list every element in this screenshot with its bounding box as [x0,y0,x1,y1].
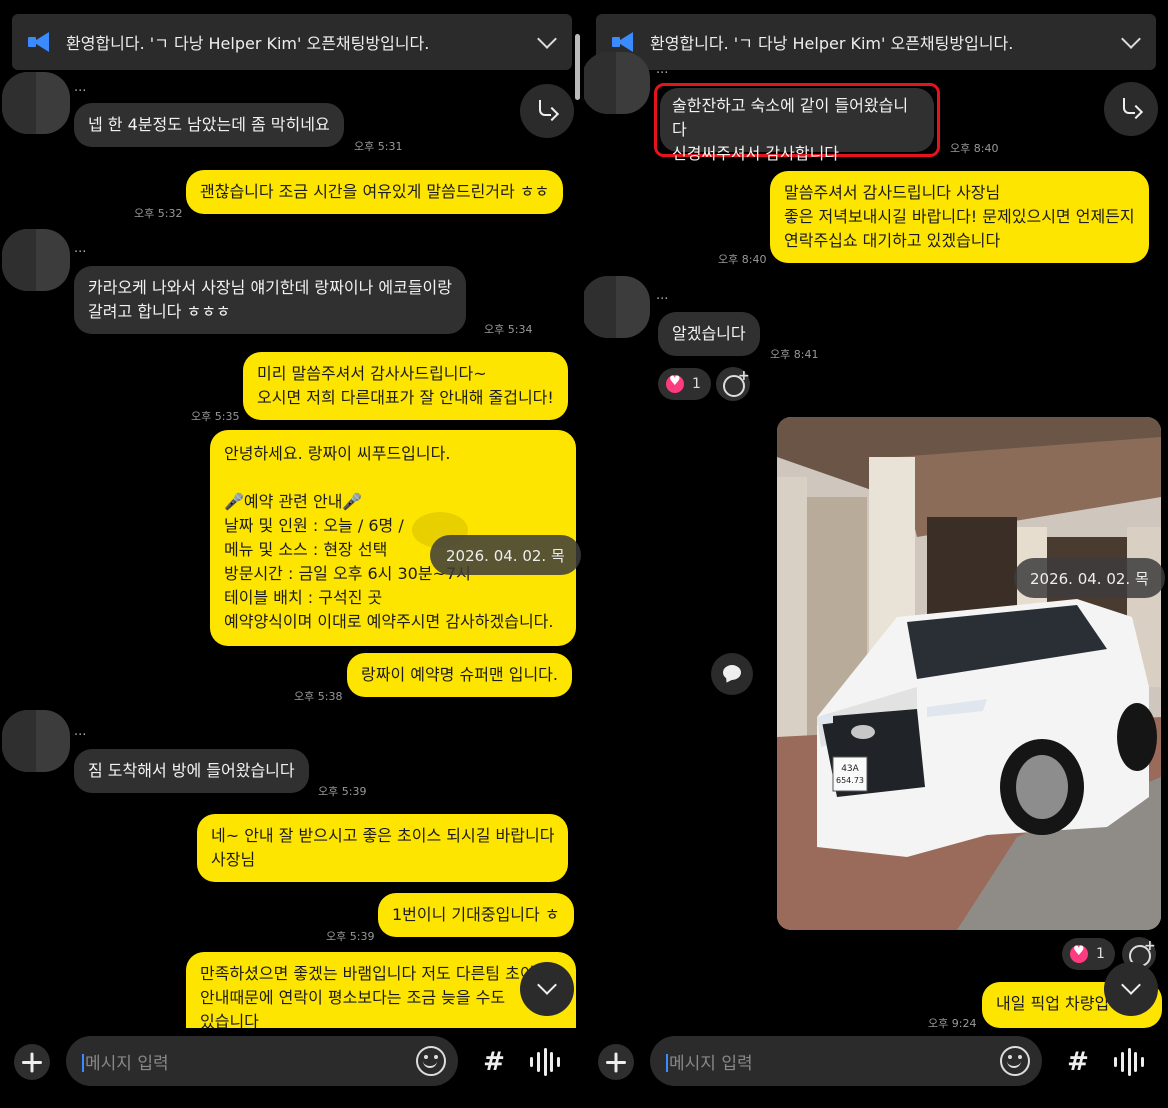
chat-panel-right: 환영합니다. 'ㄱ 다낭 Helper Kim' 오픈채팅방입니다. ... 술… [584,0,1168,1108]
incoming-message[interactable]: 카라오케 나와서 사장님 얘기한데 랑짜이나 에코들이랑 갈려고 합니다 ㅎㅎㅎ [74,266,466,334]
chevron-down-icon[interactable] [537,29,557,49]
incoming-message[interactable]: 술한잔하고 숙소에 같이 들어왔습니다 신경써주셔서 감사합니다 [660,88,934,163]
scroll-down-button[interactable] [520,962,574,1016]
heart-reaction[interactable]: 1 [1062,938,1115,970]
plate-line-2: 654.73 [836,776,864,785]
chat-panel-left: 환영합니다. 'ㄱ 다낭 Helper Kim' 오픈채팅방입니다. ... 넵… [0,0,584,1108]
emoji-icon[interactable] [1000,1046,1030,1076]
plate-line-1: 43A [841,764,859,774]
voice-wave-icon[interactable] [1114,1048,1144,1076]
message-time: 오후 5:34 [484,323,533,336]
sender-name: ... [656,62,669,77]
message-time: 오후 8:41 [770,348,819,361]
outgoing-message[interactable]: 1번이니 기대중입니다 ㅎ [378,893,574,937]
avatar[interactable] [2,229,70,291]
message-input[interactable]: 메시지 입력 [650,1036,1042,1086]
share-button[interactable] [520,84,574,138]
outgoing-message[interactable]: 네~ 안내 잘 받으시고 좋은 초이스 되시길 바랍니다 사장님 [197,814,569,882]
message-time: 오후 8:40 [950,142,999,155]
sender-name: ... [74,80,87,95]
message-time: 오후 5:39 [318,785,367,798]
scroll-down-button[interactable] [1104,962,1158,1016]
message-input-placeholder: 메시지 입력 [669,1054,753,1074]
megaphone-icon [26,31,52,53]
message-time: 오후 8:40 [718,253,767,266]
plus-icon[interactable] [14,1044,50,1080]
incoming-message[interactable]: 알겠습니다 [658,312,760,356]
message-time: 오후 5:39 [326,930,375,943]
add-reaction-icon[interactable] [716,367,750,401]
chevron-down-icon [1121,975,1141,995]
incoming-message[interactable]: 짐 도착해서 방에 들어왔습니다 [74,749,309,793]
outgoing-message[interactable]: 괜찮습니다 조금 시간을 여유있게 말씀드린거라 ㅎㅎ [186,170,564,214]
text-caret [666,1054,668,1072]
message-input-bar: 메시지 입력 # [584,1034,1168,1088]
notice-banner[interactable]: 환영합니다. 'ㄱ 다낭 Helper Kim' 오픈채팅방입니다. [12,14,572,70]
outgoing-message[interactable]: 만족하셨으면 좋겠는 바램입니다 저도 다른팀 초이스 안내때문에 연락이 평소… [186,952,576,1028]
avatar[interactable] [584,52,650,114]
message-time: 오후 5:35 [191,410,240,423]
message-input-placeholder: 메시지 입력 [85,1054,169,1074]
date-pill: 2026. 04. 02. 목 [1014,558,1165,598]
avatar[interactable] [584,276,650,338]
sender-name: ... [656,288,669,303]
outgoing-message[interactable]: 랑짜이 예약명 슈퍼맨 입니다. [347,653,572,697]
heart-icon [666,374,684,393]
sender-name: ... [74,241,87,256]
message-input[interactable]: 메시지 입력 [66,1036,458,1086]
avatar[interactable] [2,710,70,772]
date-pill: 2026. 04. 02. 목 [430,535,581,575]
share-button[interactable] [1104,82,1158,136]
notice-text: 환영합니다. 'ㄱ 다낭 Helper Kim' 오픈채팅방입니다. [650,34,1014,53]
comment-icon[interactable] [711,653,753,695]
avatar[interactable] [2,72,70,134]
heart-reaction[interactable]: 1 [658,368,711,400]
message-input-bar: 메시지 입력 # [0,1034,584,1088]
text-caret [82,1054,84,1072]
message-time: 오후 9:24 [928,1017,977,1030]
voice-wave-icon[interactable] [530,1048,560,1076]
outgoing-message[interactable]: 미리 말씀주셔서 감사사드립니다~ 오시면 저희 다른대표가 잘 안내해 줄겁니… [243,352,568,420]
car-photo-image: 43A 654.73 [777,417,1161,930]
share-arrow-icon [1121,98,1141,120]
heart-icon [1070,944,1088,963]
car-photo[interactable]: 43A 654.73 [777,417,1161,930]
plus-icon[interactable] [598,1044,634,1080]
megaphone-icon [610,31,636,53]
hashtag-icon[interactable]: # [476,1044,512,1080]
hashtag-icon[interactable]: # [1060,1044,1096,1080]
reaction-count: 1 [692,376,701,392]
share-arrow-icon [537,100,557,122]
incoming-message[interactable]: 넵 한 4분정도 남았는데 좀 막히네요 [74,103,344,147]
chevron-down-icon [537,975,557,995]
scrollbar[interactable] [575,34,580,100]
chevron-down-icon[interactable] [1121,29,1141,49]
notice-banner[interactable]: 환영합니다. 'ㄱ 다낭 Helper Kim' 오픈채팅방입니다. [596,14,1156,70]
reaction-count: 1 [1096,946,1105,962]
message-time: 오후 5:32 [134,207,183,220]
sender-name: ... [74,724,87,739]
message-time: 오후 5:38 [294,690,343,703]
outgoing-message[interactable]: 말씀주셔서 감사드립니다 사장님 좋은 저녁보내시길 바랍니다! 문제있으시면 … [770,171,1149,263]
emoji-icon[interactable] [416,1046,446,1076]
notice-text: 환영합니다. 'ㄱ 다낭 Helper Kim' 오픈채팅방입니다. [66,34,430,53]
message-time: 오후 5:31 [354,140,403,153]
